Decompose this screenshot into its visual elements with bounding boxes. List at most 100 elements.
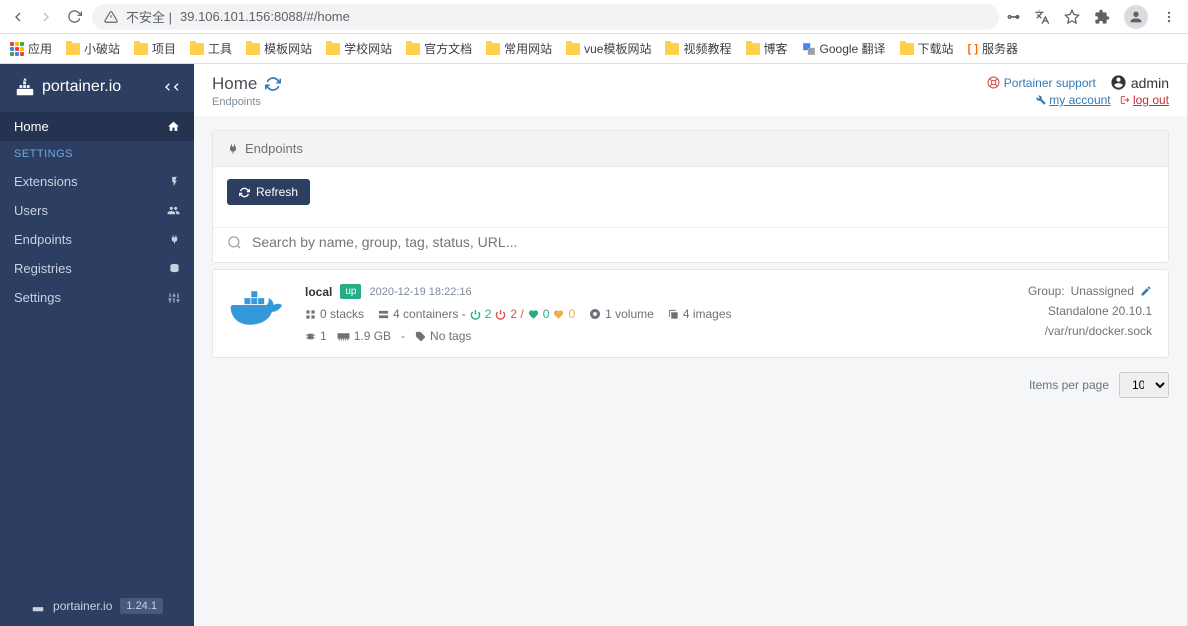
sidebar-item-label: Registries (14, 261, 72, 276)
warning-icon (104, 10, 118, 24)
endpoint-type: Standalone 20.10.1 (1048, 304, 1152, 318)
server-icon: [ ] (968, 43, 978, 55)
bookmark-folder[interactable]: 小破站 (66, 40, 120, 57)
bookmark-folder[interactable]: 项目 (134, 40, 176, 57)
sidebar-item-label: Endpoints (14, 232, 72, 247)
bookmark-folder[interactable]: 模板网站 (246, 40, 312, 57)
star-icon[interactable] (1064, 9, 1080, 25)
endpoint-name: local (305, 285, 332, 299)
power-icon (495, 309, 506, 320)
translate-icon[interactable] (1034, 9, 1050, 25)
hdd-icon (589, 308, 601, 320)
edit-icon[interactable] (1140, 285, 1152, 297)
folder-icon (566, 43, 580, 55)
volumes-stat: 1 volume (589, 307, 654, 321)
bookmark-google-translate[interactable]: Google 翻译 (802, 40, 886, 57)
clone-icon (668, 309, 679, 320)
apps-bookmark[interactable]: 应用 (10, 40, 52, 57)
folder-icon (746, 43, 760, 55)
status-badge: up (340, 284, 361, 299)
bookmark-folder[interactable]: 博客 (746, 40, 788, 57)
endpoint-group: Group: Unassigned (1028, 284, 1152, 298)
items-per-page-select[interactable]: 10 (1119, 372, 1169, 398)
heart-icon (528, 309, 539, 320)
pager-label: Items per page (1029, 378, 1109, 392)
bolt-icon (169, 176, 180, 187)
key-icon[interactable]: ⊶ (1007, 9, 1020, 25)
bookmark-folder[interactable]: 下载站 (900, 40, 954, 57)
translate-icon (802, 42, 816, 56)
folder-icon (190, 43, 204, 55)
docker-icon (229, 288, 289, 334)
search-input[interactable] (252, 234, 1154, 250)
refresh-button[interactable]: Refresh (227, 179, 310, 205)
folder-icon (66, 43, 80, 55)
memory-icon (337, 331, 350, 342)
bookmark-folder[interactable]: 学校网站 (326, 40, 392, 57)
logout-icon (1120, 95, 1130, 105)
forward-button[interactable] (36, 7, 56, 27)
containers-stat: 4 containers - 2 2 / 0 0 (378, 307, 575, 321)
brand-logo[interactable]: portainer.io (14, 76, 121, 98)
endpoint-card[interactable]: local up 2020-12-19 18:22:16 0 stacks 4 … (212, 269, 1169, 358)
collapse-icon[interactable] (164, 79, 180, 95)
profile-avatar[interactable] (1124, 5, 1148, 29)
wrench-icon (1036, 95, 1046, 105)
power-icon (470, 309, 481, 320)
extensions-icon[interactable] (1094, 9, 1110, 25)
bookmark-folder[interactable]: vue模板网站 (566, 40, 651, 57)
heart-icon (553, 309, 564, 320)
portainer-icon (31, 599, 45, 613)
endpoint-socket: /var/run/docker.sock (1045, 324, 1152, 338)
sidebar: portainer.io Home SETTINGS Extensions Us… (0, 64, 194, 626)
endpoints-panel: Endpoints Refresh (212, 130, 1169, 263)
back-button[interactable] (8, 7, 28, 27)
bookmark-server[interactable]: [ ] 服务器 (968, 40, 1018, 57)
portainer-icon (14, 76, 36, 98)
sidebar-item-extensions[interactable]: Extensions (0, 167, 194, 196)
home-icon (167, 120, 180, 133)
sidebar-item-home[interactable]: Home (0, 112, 194, 141)
stacks-stat: 0 stacks (305, 307, 364, 321)
sidebar-item-label: Extensions (14, 174, 78, 189)
sidebar-item-label: Users (14, 203, 48, 218)
endpoint-date: 2020-12-19 18:22:16 (369, 286, 471, 298)
my-account-link[interactable]: my account (1036, 93, 1110, 107)
tags-stat: No tags (415, 329, 471, 343)
folder-icon (134, 43, 148, 55)
sidebar-item-settings[interactable]: Settings (0, 283, 194, 312)
settings-header: SETTINGS (0, 141, 194, 167)
images-stat: 4 images (668, 307, 732, 321)
support-link[interactable]: Portainer support (987, 76, 1096, 90)
pager: Items per page 10 (212, 372, 1169, 398)
url-text: 39.106.101.156:8088/#/home (180, 9, 350, 24)
user-badge: admin (1110, 74, 1169, 91)
bookmark-folder[interactable]: 视频教程 (665, 40, 731, 57)
apps-icon (10, 42, 24, 56)
sidebar-item-users[interactable]: Users (0, 196, 194, 225)
tag-icon (415, 331, 426, 342)
bookmark-folder[interactable]: 官方文档 (406, 40, 472, 57)
brand-text: portainer.io (42, 78, 121, 96)
sidebar-item-label: Home (14, 119, 49, 134)
refresh-icon (239, 187, 250, 198)
url-bar[interactable]: 不安全 | 39.106.101.156:8088/#/home (92, 4, 999, 30)
insecure-label: 不安全 | (126, 7, 172, 26)
folder-icon (246, 43, 260, 55)
sidebar-item-registries[interactable]: Registries (0, 254, 194, 283)
panel-header: Endpoints (213, 131, 1168, 167)
folder-icon (326, 43, 340, 55)
bookmark-folder[interactable]: 常用网站 (486, 40, 552, 57)
lifebuoy-icon (987, 76, 1000, 89)
sidebar-item-endpoints[interactable]: Endpoints (0, 225, 194, 254)
kebab-icon[interactable] (1162, 10, 1176, 24)
sliders-icon (168, 292, 180, 304)
refresh-icon[interactable] (265, 76, 281, 92)
memory-stat: 1.9 GB (337, 329, 391, 343)
database-icon (169, 263, 180, 274)
microchip-icon (305, 331, 316, 342)
logout-link[interactable]: log out (1120, 93, 1169, 107)
reload-button[interactable] (64, 7, 84, 27)
bookmark-folder[interactable]: 工具 (190, 40, 232, 57)
folder-icon (486, 43, 500, 55)
